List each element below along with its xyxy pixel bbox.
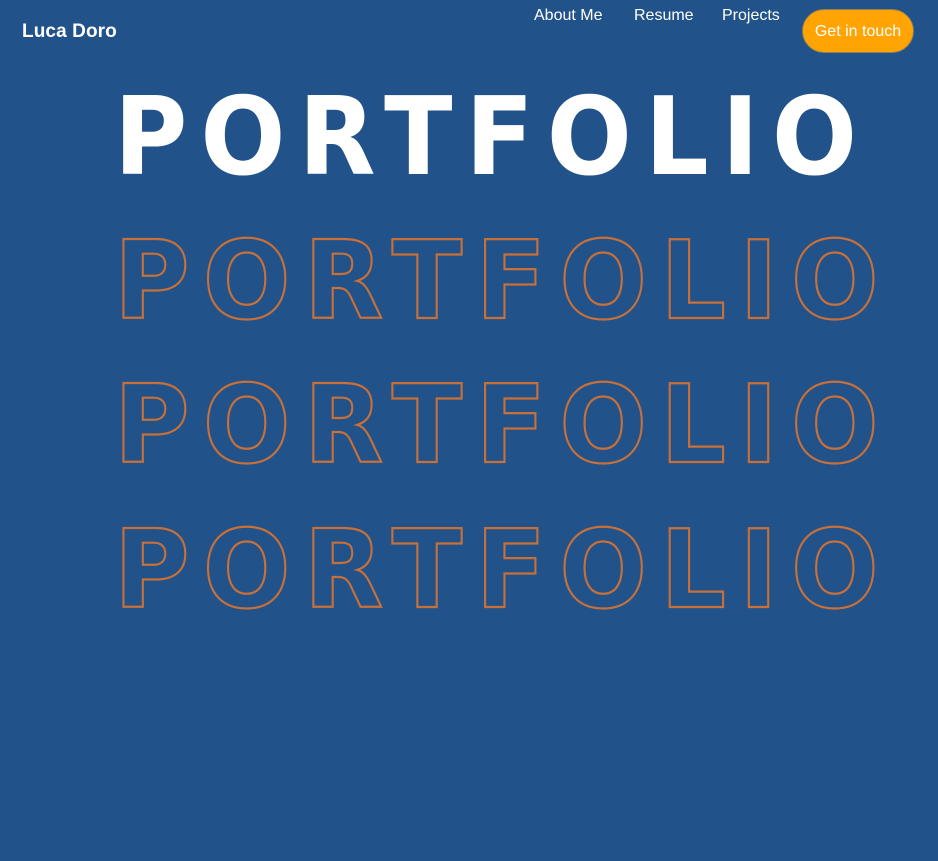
hero-wordmarks: PORTFOLIO PORTFOLIO PORTFOLIO PORTFOLIO — [113, 75, 892, 634]
portfolio-title-outline-2: PORTFOLIO — [114, 363, 892, 488]
portfolio-title-solid: PORTFOLIO — [114, 75, 870, 200]
portfolio-title-outline-1: PORTFOLIO — [114, 219, 892, 344]
portfolio-title-outline-3: PORTFOLIO — [114, 508, 892, 633]
hero-section: PORTFOLIO PORTFOLIO PORTFOLIO PORTFOLIO — [0, 0, 938, 861]
